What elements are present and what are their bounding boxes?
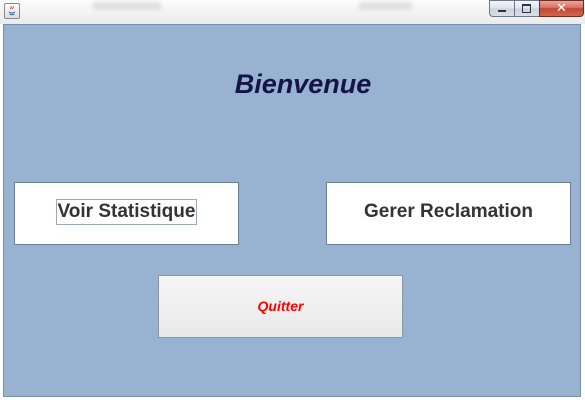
window-controls: ✕ xyxy=(489,0,584,17)
close-icon: ✕ xyxy=(556,1,567,16)
gerer-reclamation-button[interactable]: Gerer Reclamation xyxy=(326,182,571,245)
app-window: ✕ Bienvenue Voir Statistique Gerer Recla… xyxy=(0,0,585,400)
close-button[interactable]: ✕ xyxy=(539,0,584,17)
quitter-button[interactable]: Quitter xyxy=(158,275,403,338)
welcome-heading: Bienvenue xyxy=(234,69,372,99)
minimize-button[interactable] xyxy=(489,0,514,17)
voir-statistique-label: Voir Statistique xyxy=(55,199,198,225)
minimize-icon xyxy=(498,10,506,12)
maximize-icon xyxy=(522,4,531,13)
obscured-background-text xyxy=(358,2,413,10)
maximize-button[interactable] xyxy=(514,0,539,17)
gerer-reclamation-label: Gerer Reclamation xyxy=(364,201,533,222)
quitter-label: Quitter xyxy=(257,298,304,314)
voir-statistique-button[interactable]: Voir Statistique xyxy=(14,182,239,245)
main-panel: Bienvenue Voir Statistique Gerer Reclama… xyxy=(3,24,581,397)
java-app-icon xyxy=(4,3,20,19)
obscured-background-text xyxy=(92,2,162,10)
title-bar[interactable]: ✕ xyxy=(0,0,585,24)
